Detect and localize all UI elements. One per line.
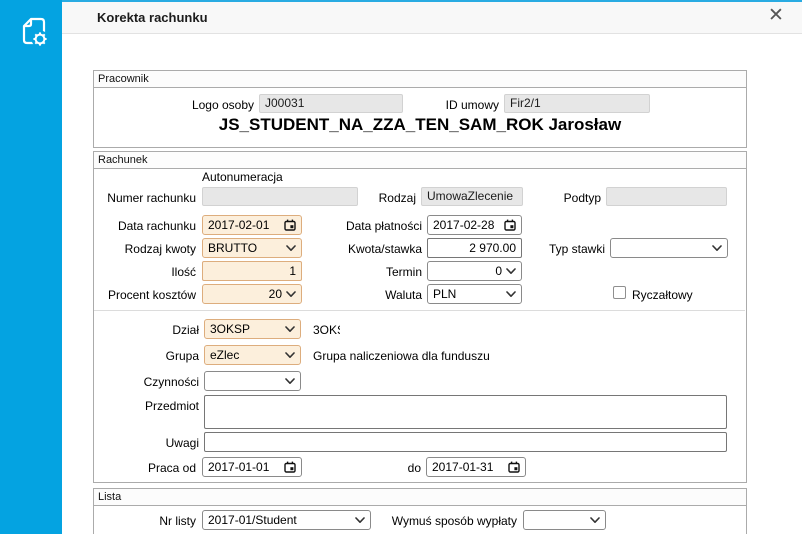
ilosc-label: Ilość	[88, 265, 196, 279]
nr-listy-label: Nr listy	[88, 514, 196, 528]
app-sidebar	[0, 0, 62, 534]
termin-select[interactable]: 0	[427, 261, 522, 281]
procent-kosztow-select[interactable]: 20	[202, 284, 302, 304]
calendar-icon[interactable]	[504, 219, 516, 231]
logo-osoby-field: J00031	[259, 94, 403, 113]
data-platnosci-label: Data płatności	[335, 219, 422, 233]
ryczaltowy-label: Ryczałtowy	[632, 288, 693, 302]
ryczaltowy-checkbox[interactable]	[613, 286, 626, 299]
uwagi-input[interactable]	[204, 432, 727, 452]
section-divider	[94, 310, 745, 311]
praca-do-label: do	[390, 461, 421, 475]
rodzaj-kwoty-label: Rodzaj kwoty	[88, 242, 196, 256]
podtyp-field	[606, 187, 727, 206]
chevron-down-icon	[506, 291, 516, 298]
logo-osoby-label: Logo osoby	[150, 98, 254, 112]
calendar-icon[interactable]	[284, 219, 296, 231]
praca-od-input[interactable]: 2017-01-01	[202, 457, 302, 477]
wymus-sposob-wyplaty-select[interactable]	[523, 510, 606, 530]
chevron-down-icon	[355, 517, 365, 524]
grupa-label: Grupa	[88, 349, 199, 363]
rachunek-legend: Rachunek	[94, 152, 746, 169]
pracownik-legend: Pracownik	[94, 71, 746, 88]
calendar-icon[interactable]	[508, 461, 520, 473]
czynnosci-select[interactable]	[204, 371, 301, 391]
podtyp-label: Podtyp	[530, 191, 601, 205]
data-platnosci-input[interactable]: 2017-02-28	[427, 215, 522, 235]
data-rachunku-label: Data rachunku	[88, 219, 196, 233]
kwota-stawka-label: Kwota/stawka	[335, 242, 422, 256]
data-rachunku-input[interactable]: 2017-02-01	[202, 215, 302, 235]
chevron-down-icon	[590, 517, 600, 524]
waluta-select[interactable]: PLN	[427, 284, 522, 304]
person-name: JS_STUDENT_NA_ZZA_TEN_SAM_ROK Jarosław	[93, 115, 747, 135]
chevron-down-icon	[285, 378, 295, 385]
document-gear-icon	[12, 12, 52, 57]
praca-od-label: Praca od	[88, 461, 196, 475]
praca-do-input[interactable]: 2017-01-31	[426, 457, 526, 477]
czynnosci-label: Czynności	[88, 375, 199, 389]
typ-stawki-select[interactable]	[610, 238, 728, 258]
calendar-icon[interactable]	[284, 461, 296, 473]
chevron-down-icon	[286, 291, 296, 298]
dialog-header: Korekta rachunku	[62, 2, 802, 34]
grupa-hint: Grupa naliczeniowa dla funduszu	[313, 349, 490, 363]
grupa-select[interactable]: eZlec	[204, 345, 301, 365]
numer-rachunku-label: Numer rachunku	[88, 191, 196, 205]
autonumeracja-label: Autonumeracja	[202, 170, 283, 184]
typ-stawki-label: Typ stawki	[530, 242, 605, 256]
close-icon[interactable]: ✕	[764, 4, 788, 28]
chevron-down-icon	[285, 326, 295, 333]
ilosc-input[interactable]	[202, 261, 302, 281]
lista-legend: Lista	[94, 489, 746, 506]
chevron-down-icon	[286, 245, 296, 252]
numer-rachunku-field	[202, 187, 358, 206]
korekta-rachunku-dialog: Korekta rachunku ✕ Pracownik Logo osoby …	[0, 0, 802, 534]
przedmiot-label: Przedmiot	[88, 399, 199, 413]
rodzaj-field: UmowaZlecenie	[421, 187, 523, 206]
id-umowy-field: Fir2/1	[504, 94, 650, 113]
chevron-down-icon	[712, 245, 722, 252]
chevron-down-icon	[506, 268, 516, 275]
dzial-label: Dział	[88, 323, 199, 337]
rodzaj-label: Rodzaj	[340, 191, 416, 205]
rodzaj-kwoty-select[interactable]: BRUTTO	[202, 238, 302, 258]
kwota-stawka-input[interactable]	[427, 238, 522, 258]
termin-label: Termin	[335, 265, 422, 279]
przedmiot-textarea[interactable]	[204, 395, 727, 429]
dzial-select[interactable]: 3OKSP	[204, 319, 301, 339]
wymus-sposob-wyplaty-label: Wymuś sposób wypłaty	[385, 514, 517, 528]
uwagi-label: Uwagi	[88, 436, 199, 450]
waluta-label: Waluta	[335, 288, 422, 302]
dzial-hint: 3OKS	[313, 323, 340, 337]
chevron-down-icon	[285, 352, 295, 359]
id-umowy-label: ID umowy	[415, 98, 499, 112]
nr-listy-select[interactable]: 2017-01/Student	[202, 510, 371, 530]
dialog-title: Korekta rachunku	[97, 2, 208, 34]
procent-kosztow-label: Procent kosztów	[88, 288, 196, 302]
